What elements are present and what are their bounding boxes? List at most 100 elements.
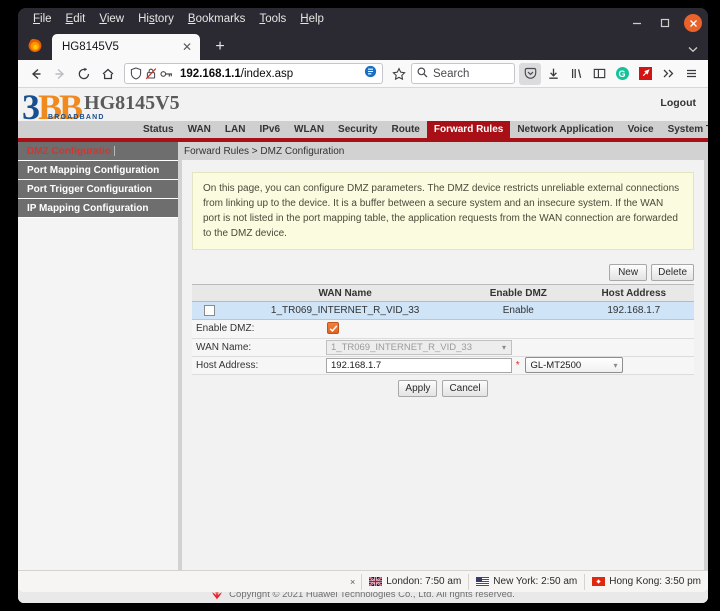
close-window-button[interactable] [684, 14, 702, 32]
label-wan-name: WAN Name: [192, 338, 322, 357]
red-extension-icon[interactable] [634, 63, 656, 85]
sidebar-item-label: Port Mapping Configuration [27, 164, 160, 176]
apply-button[interactable]: Apply [398, 379, 438, 397]
wan-name-select[interactable]: 1_TR069_INTERNET_R_VID_33 ▾ [326, 339, 512, 355]
back-button[interactable] [24, 63, 48, 85]
url-path: /index.asp [240, 67, 294, 80]
url-bar[interactable]: 192.168.1.1/index.asp [124, 63, 383, 84]
list-all-tabs-icon[interactable] [688, 44, 698, 56]
form-row-enable-dmz: Enable DMZ: [192, 320, 694, 339]
enable-dmz-checkbox[interactable] [327, 322, 339, 334]
sidebar-item-label: DMZ Configuratio [27, 145, 111, 157]
cancel-button[interactable]: Cancel [442, 379, 488, 397]
nav-tab-security[interactable]: Security [331, 121, 384, 138]
page-body: DMZ Configuratio Port Mapping Configurat… [18, 142, 708, 585]
pocket-icon[interactable] [519, 62, 541, 85]
menu-item-help[interactable]: Help [293, 11, 331, 27]
dmz-form: Enable DMZ: WAN Name: 1_TR069_INTERNET_R… [192, 320, 694, 375]
lock-crossed-icon[interactable] [145, 67, 157, 80]
sidebar-item-port-trigger-configuration[interactable]: Port Trigger Configuration [18, 180, 178, 199]
column-header-host-address: Host Address [573, 284, 694, 302]
clock-close-icon[interactable]: × [350, 577, 355, 587]
menu-item-tools[interactable]: Tools [252, 11, 293, 27]
tab-title: HG8145V5 [62, 41, 119, 53]
search-placeholder: Search [433, 67, 470, 80]
field-wan-name: 1_TR069_INTERNET_R_VID_33 ▾ [322, 338, 694, 357]
label-enable-dmz: Enable DMZ: [192, 320, 322, 339]
app-menu-icon[interactable] [680, 63, 702, 85]
hk-flag-icon [592, 577, 606, 586]
device-select[interactable]: GL-MT2500 ▾ [525, 357, 624, 373]
menu-bar: File Edit View History Bookmarks Tools H… [18, 8, 708, 30]
clock-hong-kong[interactable]: Hong Kong: 3:50 pm [584, 573, 708, 590]
clock-city-label: Hong Kong: 3:50 pm [609, 576, 701, 587]
sidebar-item-dmz-configuration[interactable]: DMZ Configuratio [18, 142, 178, 161]
forward-button[interactable] [48, 63, 72, 85]
shield-icon[interactable] [130, 67, 142, 80]
column-header-enable-dmz: Enable DMZ [463, 284, 574, 302]
sidebar-item-port-mapping-configuration[interactable]: Port Mapping Configuration [18, 161, 178, 180]
search-icon [417, 65, 428, 83]
clock-london[interactable]: London: 7:50 am [361, 573, 468, 590]
search-input[interactable]: Search [411, 63, 515, 84]
sidebar: DMZ Configuratio Port Mapping Configurat… [18, 142, 178, 585]
menu-item-file[interactable]: File [26, 11, 59, 27]
nav-tab-route[interactable]: Route [385, 121, 427, 138]
menu-item-history[interactable]: History [131, 11, 181, 27]
grammarly-extension-icon[interactable]: G [611, 63, 633, 85]
bookmark-star-icon[interactable] [387, 63, 411, 85]
chevron-down-icon: ▾ [501, 342, 506, 352]
tab-strip: HG8145V5 ✕ + [18, 30, 708, 60]
row-select-cell[interactable] [192, 301, 228, 320]
delete-button[interactable]: Delete [651, 263, 694, 281]
info-box: On this page, you can configure DMZ para… [192, 172, 694, 250]
sidebar-icon[interactable] [588, 63, 610, 85]
clock-time: 2:50 am [541, 576, 578, 587]
nav-tab-voice[interactable]: Voice [621, 121, 661, 138]
menu-item-edit[interactable]: Edit [59, 11, 93, 27]
home-button[interactable] [96, 63, 120, 85]
nav-tab-wlan[interactable]: WLAN [287, 121, 331, 138]
nav-tab-status[interactable]: Status [136, 121, 181, 138]
library-icon[interactable] [565, 63, 587, 85]
clock-new-york[interactable]: New York: 2:50 am [468, 573, 584, 590]
host-address-input[interactable]: 192.168.1.7 [326, 357, 512, 373]
minimize-button[interactable] [628, 14, 646, 32]
nav-tab-wan[interactable]: WAN [181, 121, 218, 138]
tab-close-icon[interactable]: ✕ [180, 40, 194, 54]
menu-item-view[interactable]: View [92, 11, 131, 27]
overflow-icon[interactable] [657, 63, 679, 85]
window-controls [628, 14, 702, 32]
nav-tab-system-tools[interactable]: System Tools [661, 121, 708, 138]
toolbar-icon-group: G [519, 62, 702, 85]
sidebar-item-ip-mapping-configuration[interactable]: IP Mapping Configuration [18, 199, 178, 218]
url-host: 192.168.1.1 [180, 67, 241, 80]
row-wan-name: 1_TR069_INTERNET_R_VID_33 [227, 301, 464, 320]
nav-tab-ipv6[interactable]: IPv6 [252, 121, 287, 138]
menu-item-bookmarks[interactable]: Bookmarks [181, 11, 253, 27]
table-row[interactable]: 1_TR069_INTERNET_R_VID_33 Enable 192.168… [192, 301, 694, 320]
nav-tab-network-application[interactable]: Network Application [510, 121, 620, 138]
browser-tab[interactable]: HG8145V5 ✕ [52, 34, 200, 60]
required-marker: * [515, 359, 520, 371]
sidebar-item-label: IP Mapping Configuration [27, 202, 149, 214]
device-model: HG8145V5 [84, 92, 180, 114]
key-icon[interactable] [160, 68, 173, 80]
field-enable-dmz [322, 320, 694, 339]
form-actions: Apply Cancel [192, 379, 694, 397]
row-select-checkbox[interactable] [204, 304, 216, 316]
downloads-icon[interactable] [542, 63, 564, 85]
reader-view-icon[interactable] [364, 65, 377, 83]
new-button[interactable]: New [609, 263, 648, 281]
device-select-value: GL-MT2500 [530, 359, 582, 371]
wan-name-select-value: 1_TR069_INTERNET_R_VID_33 [331, 341, 472, 353]
new-tab-button[interactable]: + [212, 38, 228, 56]
chevron-down-icon: ▾ [613, 360, 618, 370]
maximize-button[interactable] [656, 14, 674, 32]
reload-button[interactable] [72, 63, 96, 85]
nav-tab-lan[interactable]: LAN [218, 121, 253, 138]
row-enable-dmz: Enable [463, 301, 574, 320]
nav-tab-forward-rules[interactable]: Forward Rules [426, 121, 511, 138]
logout-link[interactable]: Logout [660, 97, 696, 109]
logo-digit: 3 [22, 88, 40, 127]
